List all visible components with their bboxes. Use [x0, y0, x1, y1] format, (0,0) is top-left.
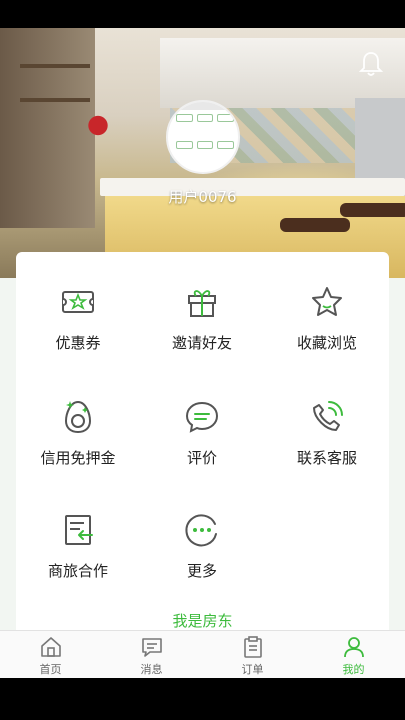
- menu-item-favorites[interactable]: 收藏浏览: [265, 282, 389, 353]
- menu-item-label: 联系客服: [296, 449, 357, 467]
- menu-item-more[interactable]: 更多: [140, 510, 264, 581]
- tab-messages[interactable]: 消息: [101, 635, 202, 677]
- menu-item-label: 信用免押金: [40, 449, 116, 467]
- coupon-icon: [62, 291, 94, 313]
- message-icon: [141, 638, 162, 657]
- phone-icon: [313, 401, 343, 431]
- menu-item-customer-service[interactable]: 联系客服: [265, 397, 389, 468]
- status-bar: [0, 0, 405, 28]
- menu-item-label: 商旅合作: [47, 562, 108, 580]
- menu-item-business-cooperation[interactable]: 商旅合作: [16, 510, 140, 581]
- menu-card: 优惠券 邀请好友 收藏浏览 信用免押金 评价 联系客服 商旅合作 更多 我是房东: [16, 252, 389, 640]
- gift-icon: [188, 290, 216, 317]
- order-icon: [243, 636, 262, 658]
- menu-item-invite-friends[interactable]: 邀请好友: [140, 282, 264, 353]
- cooperation-icon: [65, 515, 93, 545]
- tab-home[interactable]: 首页: [0, 635, 101, 677]
- notification-bell-icon[interactable]: [357, 50, 385, 78]
- tab-label: 首页: [39, 663, 62, 676]
- menu-item-label: 收藏浏览: [296, 334, 357, 352]
- menu-item-label: 更多: [186, 562, 217, 580]
- menu-item-coupon[interactable]: 优惠券: [16, 282, 140, 353]
- bottom-tab-bar: 首页 消息 订单 我的: [0, 630, 405, 678]
- tab-label: 我的: [342, 663, 365, 676]
- credit-egg-icon: [64, 400, 92, 434]
- tab-mine[interactable]: 我的: [303, 635, 404, 677]
- landlord-link[interactable]: 我是房东: [16, 610, 389, 631]
- more-icon: [185, 514, 217, 547]
- tab-orders[interactable]: 订单: [202, 635, 303, 677]
- username[interactable]: 用户0076: [0, 186, 405, 207]
- menu-item-review[interactable]: 评价: [140, 397, 264, 468]
- avatar[interactable]: [166, 100, 240, 174]
- system-navigation-bar: [0, 678, 405, 720]
- menu-item-credit-deposit-free[interactable]: 信用免押金: [16, 397, 140, 468]
- user-icon: [343, 637, 364, 658]
- menu-item-label: 邀请好友: [171, 334, 232, 352]
- tab-label: 订单: [241, 663, 264, 676]
- comment-icon: [185, 401, 219, 433]
- menu-item-label: 评价: [186, 449, 217, 467]
- menu-item-label: 优惠券: [55, 334, 101, 352]
- home-icon: [40, 637, 61, 657]
- tab-label: 消息: [140, 663, 163, 676]
- star-icon: [312, 287, 342, 316]
